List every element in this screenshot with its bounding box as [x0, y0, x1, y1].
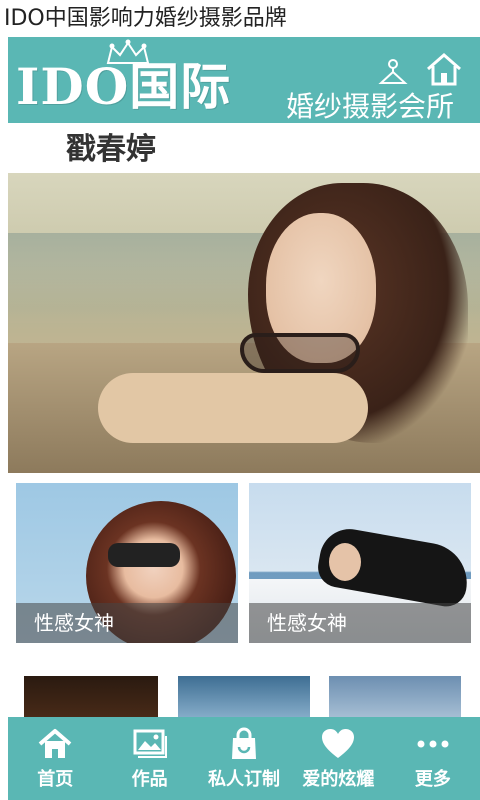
gallery-thumb[interactable]	[329, 676, 461, 720]
nav-label: 爱的炫耀	[302, 769, 375, 790]
home-icon[interactable]	[424, 51, 464, 87]
more-icon	[417, 740, 449, 748]
nav-item-custom[interactable]: 私人订制	[197, 717, 291, 800]
home-icon	[38, 729, 72, 758]
nav-item-more[interactable]: 更多	[386, 717, 480, 800]
gallery-tile[interactable]: 性感女神	[16, 483, 238, 643]
nav-item-home[interactable]: 首页	[8, 717, 102, 800]
gallery-thumb[interactable]	[24, 676, 158, 720]
nav-label: 首页	[37, 769, 74, 790]
nav-label: 私人订制	[208, 769, 281, 790]
tile-caption: 性感女神	[249, 603, 471, 643]
gallery-thumb[interactable]	[178, 676, 310, 720]
tile-caption: 性感女神	[16, 603, 238, 643]
hero-arm	[98, 373, 368, 443]
hero-sunglasses	[240, 333, 360, 373]
gallery-tile[interactable]: 性感女神	[249, 483, 471, 643]
nav-item-works[interactable]: 作品	[102, 717, 196, 800]
bottom-nav: 首页 作品 私人订制 爱的炫耀 更多	[8, 717, 480, 800]
nav-item-love[interactable]: 爱的炫耀	[291, 717, 385, 800]
brand-logo: IDO国际	[16, 57, 232, 116]
nav-label: 更多	[414, 769, 451, 790]
photos-icon	[133, 729, 167, 758]
brand-slogan: 婚纱摄影会所	[286, 90, 455, 123]
page-title: IDO中国影响力婚纱摄影品牌	[4, 6, 287, 31]
hanger-icon	[378, 59, 408, 84]
nav-label: 作品	[131, 769, 168, 790]
heart-icon	[322, 729, 355, 758]
model-name: 戳春婷	[66, 132, 156, 167]
tile-sunglasses	[108, 543, 180, 567]
shopping-bag-icon	[232, 727, 257, 759]
brand-banner[interactable]: IDO国际 婚纱摄影会所	[8, 37, 480, 123]
tile-head	[329, 543, 361, 581]
hero-photo[interactable]	[8, 173, 480, 473]
